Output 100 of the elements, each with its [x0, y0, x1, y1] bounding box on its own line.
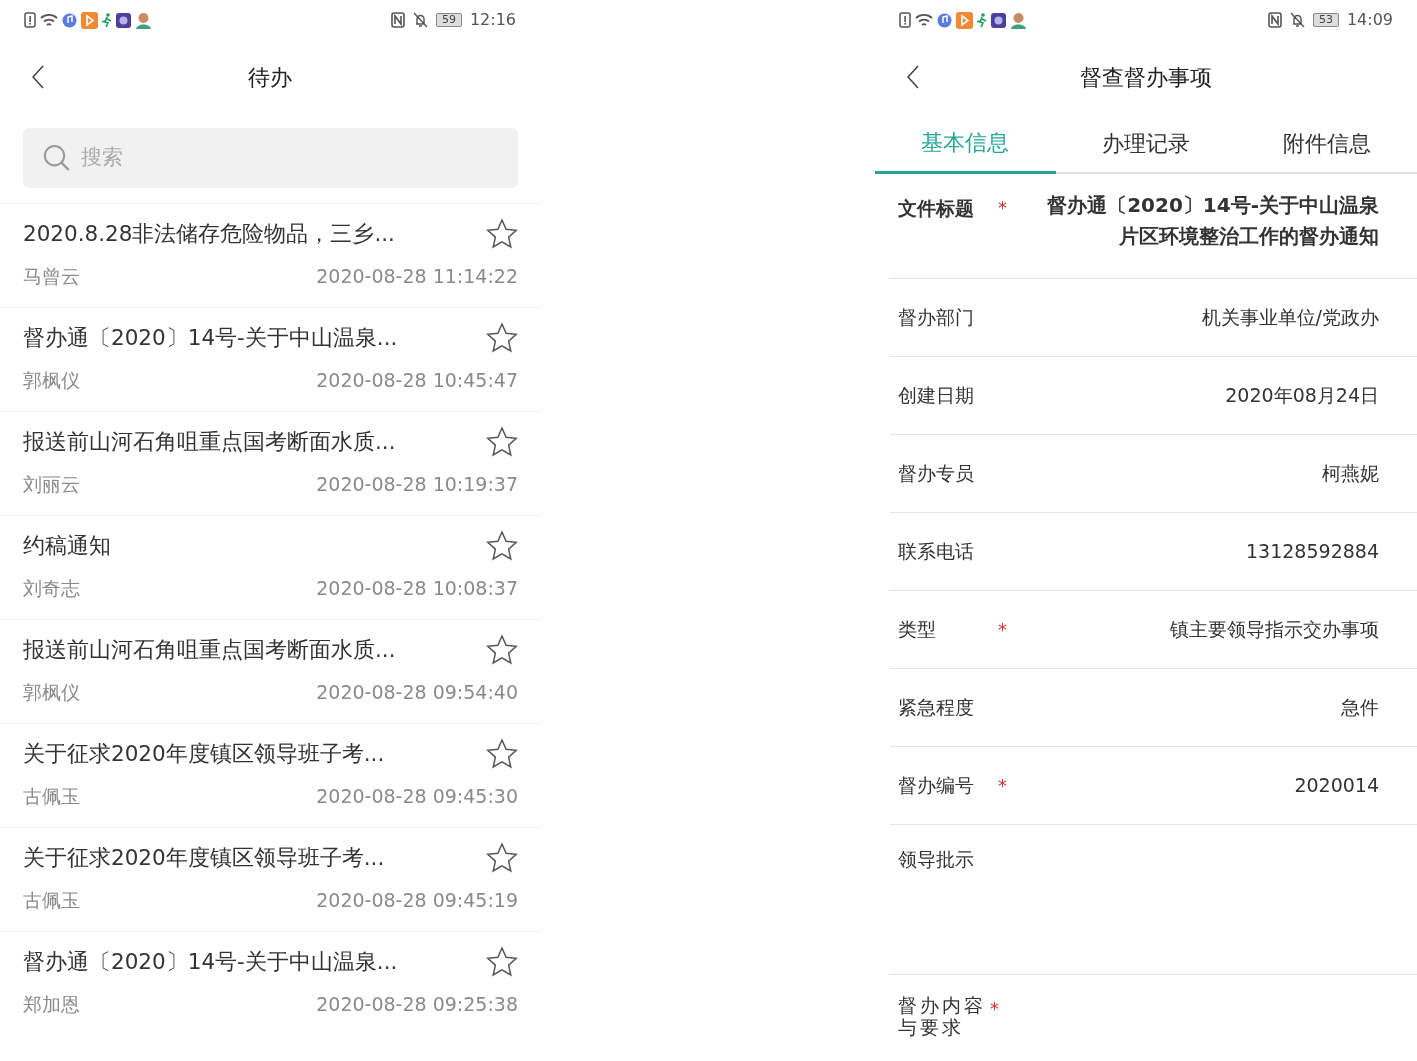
star-icon	[486, 322, 518, 354]
item-time: 2020-08-28 09:45:30	[316, 784, 518, 810]
item-title: 2020.8.28非法储存危险物品，三乡...	[23, 220, 395, 248]
item-title: 报送前山河石角咀重点国考断面水质...	[23, 636, 396, 664]
app-icon	[116, 12, 131, 28]
tab[interactable]: 办理记录	[1055, 114, 1237, 174]
page-title: 待办	[248, 63, 292, 92]
star-button[interactable]	[486, 218, 518, 250]
field-label: 创建日期	[898, 383, 975, 409]
star-button[interactable]	[486, 426, 518, 458]
list-item[interactable]: 约稿通知 刘奇志 2020-08-28 10:08:37	[0, 515, 540, 619]
star-icon	[486, 426, 518, 458]
star-icon	[486, 946, 518, 978]
nfc-icon	[1267, 12, 1282, 28]
bell-off-icon	[1289, 12, 1305, 28]
item-sender: 郭枫仪	[23, 368, 80, 394]
list-item[interactable]: 关于征求2020年度镇区领导班子考... 古佩玉 2020-08-28 09:45:30	[0, 723, 540, 827]
item-sender: 刘丽云	[23, 472, 80, 498]
field-label: 紧急程度	[898, 695, 975, 721]
bell-off-icon	[412, 12, 428, 28]
item-title: 关于征求2020年度镇区领导班子考...	[23, 844, 385, 872]
search-icon	[43, 143, 71, 173]
star-button[interactable]	[486, 946, 518, 978]
back-icon	[32, 64, 44, 89]
wifi-icon	[915, 12, 933, 28]
tab[interactable]: 附件信息	[1236, 114, 1417, 174]
music-app-icon	[62, 12, 77, 28]
star-button[interactable]	[486, 634, 518, 666]
star-button[interactable]	[486, 842, 518, 874]
page-title: 督查督办事项	[1080, 63, 1212, 92]
field-value: 急件	[1340, 695, 1379, 721]
item-title: 督办通〔2020〕14号-关于中山温泉...	[23, 324, 398, 352]
required-mark: *	[990, 998, 999, 1019]
item-time: 2020-08-28 09:25:38	[316, 992, 518, 1018]
status-time: 14:09	[1346, 9, 1393, 31]
item-sender: 郭枫仪	[23, 680, 80, 706]
item-time: 2020-08-28 10:19:37	[316, 472, 518, 498]
list-item[interactable]: 督办通〔2020〕14号-关于中山温泉... 郑加恩 2020-08-28 09:25:38	[0, 931, 540, 1035]
list-item[interactable]: 督办通〔2020〕14号-关于中山温泉... 郭枫仪 2020-08-28 10:45:47	[0, 307, 540, 411]
item-title: 关于征求2020年度镇区领导班子考...	[23, 740, 385, 768]
back-icon	[907, 64, 919, 89]
battery-level: 53	[1312, 13, 1339, 27]
status-time: 12:16	[469, 9, 516, 31]
list-item[interactable]: 2020.8.28非法储存危险物品，三乡... 马曾云 2020-08-28 11:14:22	[0, 203, 540, 307]
list-item[interactable]: 报送前山河石角咀重点国考断面水质... 郭枫仪 2020-08-28 09:54:40	[0, 619, 540, 723]
star-icon	[486, 738, 518, 770]
field-label: 督办专员	[898, 461, 975, 487]
star-icon	[486, 842, 518, 874]
field-value: 2020年08月24日	[1224, 383, 1379, 409]
item-title: 报送前山河石角咀重点国考断面水质...	[23, 428, 396, 456]
field-label: 文件标题	[898, 196, 975, 221]
search-box[interactable]: 搜索	[23, 128, 518, 188]
item-sender: 刘奇志	[23, 576, 80, 602]
item-time: 2020-08-28 11:14:22	[316, 264, 518, 290]
star-button[interactable]	[486, 322, 518, 354]
field-label: 督办部门	[898, 305, 975, 331]
item-sender: 古佩玉	[23, 888, 80, 914]
field-label: 联系电话	[898, 539, 975, 565]
required-mark: *	[998, 197, 1007, 218]
field-value: 镇主要领导指示交办事项	[1169, 617, 1379, 643]
required-mark: *	[998, 619, 1007, 640]
wifi-icon	[40, 12, 58, 28]
list-item[interactable]: 报送前山河石角咀重点国考断面水质... 刘丽云 2020-08-28 10:19:37	[0, 411, 540, 515]
sim-alert-icon	[24, 12, 36, 28]
item-sender: 郑加恩	[23, 992, 80, 1018]
play-app-icon	[81, 11, 98, 29]
app-icon	[991, 12, 1006, 28]
item-time: 2020-08-28 10:08:37	[316, 576, 518, 602]
item-sender: 马曾云	[23, 264, 80, 290]
field-value: 13128592884	[1245, 539, 1379, 565]
item-title: 督办通〔2020〕14号-关于中山温泉...	[23, 948, 398, 976]
back-button[interactable]	[907, 64, 919, 89]
search-field[interactable]: 搜索	[78, 141, 498, 175]
star-icon	[486, 634, 518, 666]
runner-icon	[977, 13, 987, 27]
star-button[interactable]	[486, 530, 518, 562]
music-app-icon	[937, 12, 952, 28]
item-title: 约稿通知	[23, 532, 111, 560]
field-value: 督办通〔2020〕14号-关于中山温泉片区环境整治工作的督办通知	[1046, 192, 1379, 250]
battery-level: 59	[435, 13, 462, 27]
star-icon	[486, 530, 518, 562]
star-icon	[486, 218, 518, 250]
field-value: 机关事业单位/党政办	[1200, 305, 1379, 331]
field-value: 柯燕妮	[1321, 461, 1379, 487]
item-time: 2020-08-28 09:45:19	[316, 888, 518, 914]
required-mark: *	[998, 775, 1007, 796]
list-item[interactable]: 关于征求2020年度镇区领导班子考... 古佩玉 2020-08-28 09:45:19	[0, 827, 540, 931]
item-time: 2020-08-28 10:45:47	[316, 368, 518, 394]
item-sender: 古佩玉	[23, 784, 80, 810]
field-label: 类型	[898, 617, 937, 643]
field-value: 2020014	[1293, 773, 1379, 799]
runner-icon	[102, 13, 112, 27]
field-label: 督办内容与要求	[898, 995, 987, 1039]
field-label: 领导批示	[898, 847, 975, 872]
play-app-icon	[956, 11, 973, 29]
star-button[interactable]	[486, 738, 518, 770]
sim-alert-icon	[899, 12, 911, 28]
item-time: 2020-08-28 09:54:40	[316, 680, 518, 706]
back-button[interactable]	[32, 64, 44, 89]
field-label: 督办编号	[898, 773, 975, 799]
